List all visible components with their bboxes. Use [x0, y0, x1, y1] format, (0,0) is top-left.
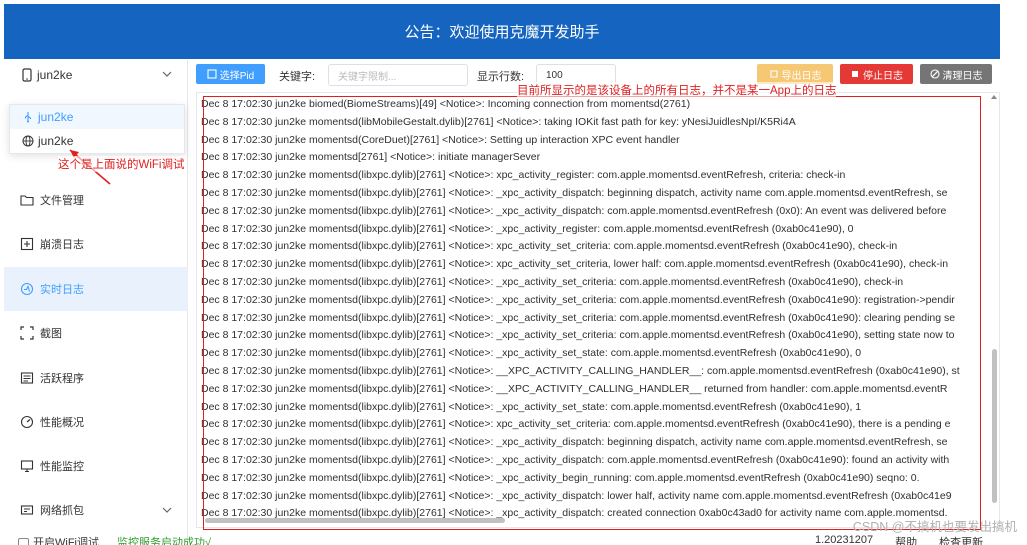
- stop-log-label: 停止日志: [863, 70, 903, 82]
- log-line: Dec 8 17:02:30 jun2ke momentsd(libxpc.dy…: [201, 418, 951, 431]
- horizontal-scroll-thumb[interactable]: [205, 518, 505, 523]
- wifi-debug-toggle[interactable]: [18, 537, 29, 545]
- sidebar-item-network-capture[interactable]: 网络抓包: [4, 488, 188, 532]
- clear-icon: [929, 69, 940, 79]
- log-line: Dec 8 17:02:30 jun2ke momentsd(libxpc.dy…: [201, 204, 947, 217]
- clear-log-label: 清理日志: [942, 70, 983, 82]
- log-line: Dec 8 17:02:30 jun2ke momentsd(libxpc.dy…: [201, 436, 948, 449]
- app-list-icon: [20, 372, 34, 384]
- log-line: Dec 8 17:02:30 jun2ke momentsd(libxpc.dy…: [201, 186, 948, 199]
- watermark: CSDN @不搞机也要发出搞机: [852, 520, 1017, 534]
- performance-icon: [20, 415, 34, 429]
- chevron-down-icon: [162, 71, 172, 77]
- select-pid-button[interactable]: 选择Pid: [196, 64, 265, 84]
- device-option-label: jun2ke: [38, 110, 74, 124]
- sidebar-item-label: 截图: [40, 328, 62, 340]
- sidebar-item-label: 网络抓包: [40, 505, 84, 517]
- log-line: Dec 8 17:02:30 jun2ke momentsd(libxpc.dy…: [201, 258, 949, 271]
- annotation-all-logs-note: 目前所显示的是该设备上的所有日志，并不是某一App上的日志: [517, 82, 837, 98]
- export-icon: [769, 70, 778, 78]
- phone-icon: [22, 68, 32, 82]
- export-log-label: 导出日志: [781, 70, 822, 82]
- announcement-banner: 公告：欢迎使用克魔开发助手: [4, 4, 1000, 59]
- log-line: Dec 8 17:02:30 jun2ke momentsd(libxpc.dy…: [201, 222, 854, 235]
- log-line: Dec 8 17:02:30 jun2ke momentsd(libxpc.dy…: [201, 329, 955, 342]
- device-option-label: jun2ke: [38, 134, 74, 148]
- device-select-value: jun2ke: [37, 68, 73, 82]
- log-list: Dec 8 17:02:30 jun2ke biomed(BiomeStream…: [201, 96, 991, 523]
- chevron-down-icon: [162, 507, 172, 513]
- export-log-button[interactable]: 导出日志: [757, 64, 833, 84]
- keyword-label: 关键字:: [279, 71, 316, 83]
- log-line: Dec 8 17:02:30 jun2ke momentsd(libxpc.dy…: [201, 240, 898, 253]
- log-line: Dec 8 17:02:30 jun2ke momentsd(libxpc.dy…: [201, 471, 920, 484]
- sidebar-item-label: 文件管理: [40, 195, 84, 207]
- clear-log-button[interactable]: 清理日志: [920, 64, 992, 84]
- log-line: Dec 8 17:02:30 jun2ke momentsd(libxpc.dy…: [201, 275, 904, 288]
- device-option-usb[interactable]: jun2ke: [10, 105, 184, 129]
- log-line: Dec 8 17:02:30 jun2ke momentsd(libxpc.dy…: [201, 169, 846, 182]
- sidebar-item-label: 性能概况: [40, 417, 84, 429]
- screenshot-icon: [20, 326, 34, 340]
- log-line: Dec 8 17:02:30 jun2ke momentsd(libxpc.dy…: [201, 382, 948, 395]
- sidebar-item-label: 实时日志: [40, 284, 84, 296]
- sidebar-item-performance-monitor[interactable]: 性能监控: [4, 444, 188, 488]
- service-status: 监控服务启动成功√: [117, 537, 212, 545]
- sidebar-item-label: 崩溃日志: [40, 239, 84, 251]
- log-line: Dec 8 17:02:30 jun2ke momentsd(libMobile…: [201, 115, 796, 128]
- announcement-text: 公告：欢迎使用克魔开发助手: [404, 24, 600, 41]
- log-line: Dec 8 17:02:30 jun2ke momentsd[2761] <No…: [201, 151, 541, 164]
- monitor-icon: [20, 460, 34, 473]
- stop-log-button[interactable]: 停止日志: [840, 64, 913, 84]
- sidebar-item-active-apps[interactable]: 活跃程序: [4, 356, 188, 400]
- log-line: Dec 8 17:02:30 jun2ke momentsd(libxpc.dy…: [201, 489, 952, 502]
- crash-log-icon: [20, 237, 34, 251]
- folder-icon: [20, 195, 34, 206]
- log-panel[interactable]: Dec 8 17:02:30 jun2ke biomed(BiomeStream…: [196, 92, 1000, 528]
- keyword-input[interactable]: 关键字限制...: [328, 64, 468, 86]
- check-update-link[interactable]: 检查更新: [939, 534, 983, 545]
- sidebar-item-label: 活跃程序: [40, 373, 84, 385]
- sidebar-item-crash-log[interactable]: 崩溃日志: [4, 222, 188, 266]
- sidebar-item-label: 性能监控: [40, 461, 84, 473]
- device-option-wifi[interactable]: jun2ke: [10, 129, 184, 153]
- sidebar-item-files[interactable]: 文件管理: [4, 178, 188, 222]
- annotation-wifi-note: 这个是上面说的WiFi调试: [58, 156, 185, 172]
- select-icon: [207, 69, 217, 79]
- sidebar-item-performance-overview[interactable]: 性能概况: [4, 400, 188, 444]
- sidebar-item-screenshot[interactable]: 截图: [4, 311, 188, 355]
- version-label: 1.20231207: [815, 534, 874, 545]
- log-line: Dec 8 17:02:30 jun2ke momentsd(libxpc.dy…: [201, 400, 862, 413]
- log-line: Dec 8 17:02:30 jun2ke biomed(BiomeStream…: [201, 98, 691, 110]
- stop-icon: [852, 71, 858, 77]
- vertical-scrollbar[interactable]: [989, 93, 999, 513]
- network-capture-icon: [20, 505, 34, 515]
- vertical-scroll-thumb[interactable]: [992, 349, 997, 503]
- help-link[interactable]: 帮助: [895, 534, 917, 545]
- log-line: Dec 8 17:02:30 jun2ke momentsd(libxpc.dy…: [201, 453, 950, 466]
- globe-icon: [22, 135, 34, 147]
- log-line: Dec 8 17:02:30 jun2ke momentsd(libxpc.dy…: [201, 347, 862, 360]
- scroll-up-icon[interactable]: [991, 95, 997, 99]
- device-dropdown: jun2ke jun2ke: [9, 104, 185, 154]
- realtime-log-icon: [20, 282, 34, 296]
- log-line: Dec 8 17:02:30 jun2ke momentsd(libxpc.dy…: [201, 293, 955, 306]
- select-pid-label: 选择Pid: [219, 70, 255, 82]
- sidebar-item-realtime-log[interactable]: 实时日志: [4, 267, 188, 311]
- log-line: Dec 8 17:02:30 jun2ke momentsd(libxpc.dy…: [201, 311, 956, 324]
- log-line: Dec 8 17:02:30 jun2ke momentsd(libxpc.dy…: [201, 364, 960, 377]
- wifi-debug-label[interactable]: 开启WiFi调试: [33, 534, 99, 545]
- usb-icon: [24, 112, 32, 123]
- log-line: Dec 8 17:02:30 jun2ke momentsd(CoreDuet)…: [201, 133, 680, 146]
- device-select[interactable]: jun2ke: [4, 60, 188, 90]
